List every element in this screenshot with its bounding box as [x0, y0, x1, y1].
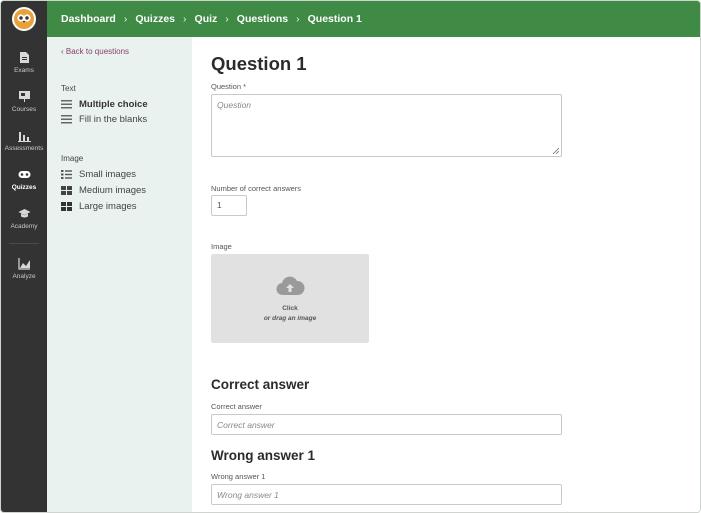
breadcrumb-separator: › [123, 13, 128, 25]
type-label: Medium images [79, 185, 147, 196]
logo-area[interactable] [1, 1, 47, 37]
wrong-answer-1-placeholder: Wrong answer 1 [217, 490, 279, 500]
correct-answer-label: Correct answer [211, 402, 262, 411]
correct-answer-placeholder: Correct answer [217, 420, 275, 430]
wrong-answer-1-label: Wrong answer 1 [211, 472, 266, 481]
resize-handle-icon[interactable] [553, 148, 559, 154]
sidebar-item-label: Analyze [12, 273, 36, 280]
presentation-icon [18, 91, 30, 102]
breadcrumb-quiz[interactable]: Quiz [195, 13, 218, 25]
image-label: Image [211, 242, 232, 251]
large-grid-icon [61, 202, 72, 211]
back-to-questions-link[interactable]: ‹ Back to questions [61, 47, 129, 56]
text-section-label: Text [61, 84, 76, 93]
breadcrumb-dashboard[interactable]: Dashboard [61, 13, 116, 25]
wrong-answer-1-input[interactable]: Wrong answer 1 [211, 484, 562, 505]
question-placeholder: Question [217, 100, 252, 110]
question-type-panel: ‹ Back to questions Text Multiple choice… [47, 37, 192, 512]
breadcrumb: Dashboard › Quizzes › Quiz › Questions ›… [47, 13, 362, 25]
medium-grid-icon [61, 186, 72, 195]
breadcrumb-separator: › [183, 13, 187, 25]
sidebar-nav: Exams Courses Assessments Quizzes Academ… [1, 37, 47, 512]
dropzone-drag-text: or drag an image [263, 315, 317, 322]
top-bar: Dashboard › Quizzes › Quiz › Questions ›… [1, 1, 700, 37]
sidebar-item-label: Quizzes [11, 184, 37, 191]
app-window: Dashboard › Quizzes › Quiz › Questions ›… [0, 0, 701, 513]
wrong-answer-1-heading: Wrong answer 1 [211, 448, 316, 463]
area-chart-icon [17, 258, 30, 270]
image-dropzone[interactable]: Click or drag an image [211, 254, 369, 343]
correct-answer-heading: Correct answer [211, 377, 310, 392]
breadcrumb-question-1: Question 1 [307, 13, 362, 25]
type-label: Small images [79, 169, 137, 180]
type-medium-images[interactable]: Medium images [61, 185, 146, 196]
sidebar-item-label: Academy [10, 223, 38, 230]
page-title: Question 1 [211, 53, 307, 74]
question-label: Question * [211, 82, 246, 91]
type-multiple-choice[interactable]: Multiple choice [61, 99, 148, 110]
sidebar-item-assessments[interactable]: Assessments [1, 121, 47, 160]
list-icon [61, 115, 72, 124]
bar-chart-icon [17, 132, 31, 142]
question-label-text: Question [211, 82, 242, 91]
breadcrumb-questions[interactable]: Questions [237, 13, 288, 25]
sidebar-item-courses[interactable]: Courses [1, 82, 47, 121]
breadcrumb-separator: › [225, 13, 229, 25]
breadcrumb-quizzes[interactable]: Quizzes [135, 13, 175, 25]
nav-divider [9, 243, 39, 244]
correct-answer-input[interactable]: Correct answer [211, 414, 562, 435]
type-large-images[interactable]: Large images [61, 201, 137, 212]
small-grid-icon [61, 170, 72, 179]
type-label: Large images [79, 201, 137, 212]
type-small-images[interactable]: Small images [61, 169, 136, 180]
graduation-cap-icon [18, 209, 30, 218]
document-icon [19, 52, 29, 63]
sidebar-item-academy[interactable]: Academy [1, 199, 47, 238]
sidebar-item-quizzes[interactable]: Quizzes [1, 160, 47, 199]
type-label: Multiple choice [79, 99, 148, 110]
sidebar-item-exams[interactable]: Exams [1, 43, 47, 82]
question-textarea[interactable]: Question [211, 94, 562, 157]
dropzone-click-text: Click [282, 305, 298, 312]
gamepad-icon [18, 171, 30, 178]
sidebar-item-label: Courses [11, 106, 37, 113]
sidebar-item-label: Exams [14, 67, 34, 74]
type-fill-in-the-blanks[interactable]: Fill in the blanks [61, 114, 147, 125]
required-mark: * [243, 82, 247, 91]
question-editor: Question 1 Question * Question Number of… [192, 37, 700, 512]
owl-logo-icon [12, 7, 36, 31]
image-section-label: Image [61, 154, 84, 163]
type-label: Fill in the blanks [79, 114, 148, 125]
correct-count-label: Number of correct answers [211, 184, 302, 193]
sidebar-item-label: Assessments [4, 145, 44, 152]
sidebar-item-analyze[interactable]: Analyze [1, 249, 47, 288]
breadcrumb-separator: › [296, 13, 300, 25]
list-icon [61, 100, 72, 109]
correct-count-input[interactable]: 1 [211, 195, 247, 216]
cloud-upload-icon [276, 276, 305, 296]
